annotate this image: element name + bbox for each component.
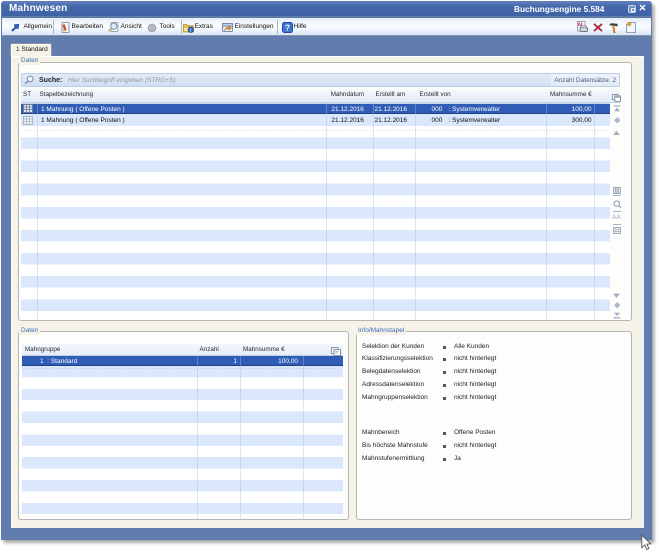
- svg-text:?: ?: [285, 23, 290, 32]
- svg-text:i: i: [190, 27, 191, 32]
